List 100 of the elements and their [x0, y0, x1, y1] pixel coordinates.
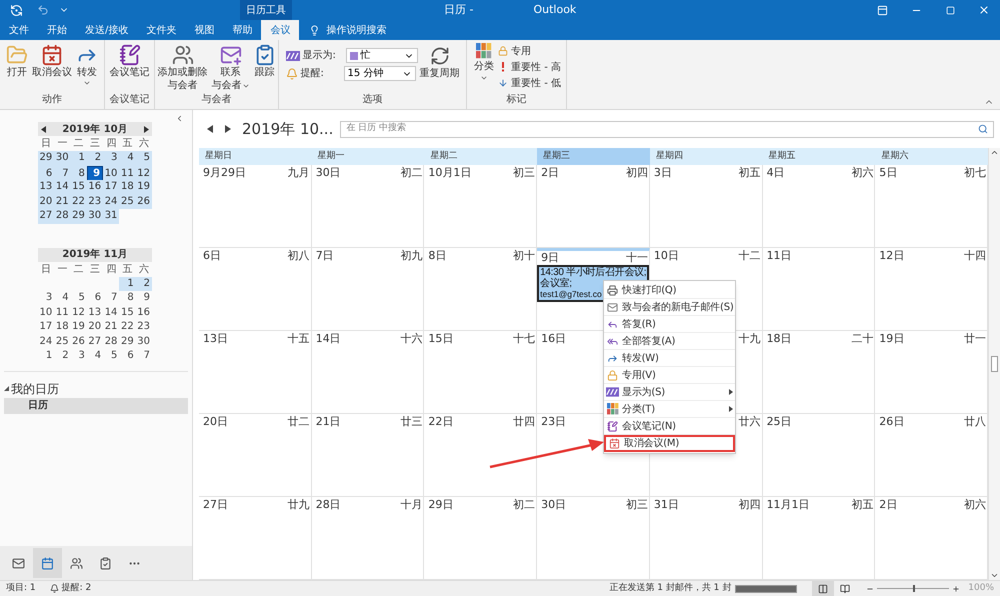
- mini-calendar-day[interactable]: 13: [38, 180, 54, 194]
- calendar-group-header[interactable]: 我的日历: [4, 380, 188, 398]
- ribbon-button[interactable]: 取消会议: [31, 40, 73, 79]
- normal-view-button[interactable]: [812, 581, 834, 596]
- mini-calendar-day[interactable]: 27: [86, 334, 104, 349]
- tag-button[interactable]: 重要性 - 低: [498, 75, 561, 91]
- mini-calendar-day[interactable]: 29: [119, 334, 136, 349]
- menu-item[interactable]: 全部答复(A): [604, 333, 735, 350]
- mini-calendar-day[interactable]: 25: [119, 194, 136, 209]
- mini-calendar-day[interactable]: 15: [70, 180, 87, 194]
- day-cell[interactable]: 11日: [762, 248, 876, 330]
- zoom-in-icon[interactable]: [952, 584, 960, 592]
- mini-calendar-day[interactable]: 30: [136, 334, 152, 349]
- mini-calendar-day[interactable]: 7: [136, 349, 152, 364]
- mini-calendar-day[interactable]: 27: [38, 209, 54, 224]
- mini-calendar-day[interactable]: 16: [86, 180, 104, 194]
- mini-calendar-day[interactable]: 20: [38, 194, 54, 209]
- mini-calendar-day[interactable]: 22: [119, 320, 136, 334]
- next-icon[interactable]: [225, 125, 231, 133]
- scroll-up-icon[interactable]: [990, 148, 999, 157]
- mini-calendar-day[interactable]: 19: [136, 180, 152, 194]
- day-cell[interactable]: 9月29日 九月: [199, 165, 312, 247]
- ribbon-tab[interactable]: 文件: [0, 20, 38, 40]
- day-cell[interactable]: 6日 初八: [199, 248, 312, 330]
- calendar-list-item[interactable]: 日历: [4, 398, 188, 414]
- ribbon-options-icon[interactable]: [877, 4, 888, 16]
- recurrence-button[interactable]: 重复周期: [420, 40, 460, 81]
- nav-button[interactable]: [33, 548, 62, 578]
- reading-view-icon[interactable]: [840, 584, 850, 594]
- mini-calendar-day[interactable]: 17: [38, 320, 54, 334]
- mini-calendar-day[interactable]: 2: [136, 276, 152, 291]
- ribbon-tab[interactable]: 文件夹: [137, 20, 186, 40]
- mini-calendar-day[interactable]: 1: [38, 349, 54, 364]
- mini-calendar-day[interactable]: 14: [103, 306, 120, 320]
- menu-item[interactable]: 答复(R): [604, 316, 735, 333]
- menu-item[interactable]: 致与会者的新电子邮件(S): [604, 299, 735, 316]
- mini-calendar-day[interactable]: 5: [70, 291, 87, 306]
- mini-calendar-day[interactable]: 11: [54, 306, 71, 320]
- ribbon-button[interactable]: 跟踪: [252, 40, 276, 79]
- mini-calendar-day[interactable]: 24: [103, 194, 120, 209]
- tag-button[interactable]: 专用: [498, 43, 561, 59]
- day-cell[interactable]: 2日 初四: [537, 165, 650, 247]
- categorize-button[interactable]: 分类: [472, 40, 496, 82]
- day-cell[interactable]: 22日 廿四: [424, 414, 538, 496]
- previous-month-icon[interactable]: [41, 126, 46, 132]
- collapse-pane-icon[interactable]: [175, 114, 184, 123]
- menu-item[interactable]: 专用(V): [604, 367, 735, 384]
- menu-item[interactable]: 显示为(S): [604, 384, 735, 401]
- day-cell[interactable]: 11月1日 初五: [762, 497, 876, 579]
- day-cell[interactable]: 30日 初三: [537, 497, 650, 579]
- mini-calendar-day[interactable]: 6: [86, 291, 104, 306]
- mini-calendar-day[interactable]: 28: [54, 209, 71, 224]
- mini-calendar-day[interactable]: 4: [86, 349, 104, 364]
- mini-calendar-day[interactable]: 2: [54, 349, 71, 364]
- mini-calendar-day[interactable]: 7: [103, 291, 120, 306]
- day-cell[interactable]: 15日 十七: [424, 331, 538, 413]
- day-cell[interactable]: 18日 二十: [762, 331, 876, 413]
- maximize-icon[interactable]: [946, 6, 955, 14]
- mini-calendar-day[interactable]: 6: [119, 349, 136, 364]
- mini-calendar-day[interactable]: 25: [54, 334, 71, 349]
- mini-calendar-day[interactable]: 3: [70, 349, 87, 364]
- day-cell[interactable]: 21日 廿三: [312, 414, 424, 496]
- tell-me-search[interactable]: 操作说明搜索: [326, 22, 386, 38]
- ribbon-tab[interactable]: 视图: [185, 20, 224, 40]
- mini-calendar-day[interactable]: 18: [54, 320, 71, 334]
- reminder-dropdown[interactable]: 15 分钟: [344, 66, 416, 81]
- ribbon-button[interactable]: 打开: [5, 40, 29, 79]
- menu-item[interactable]: 会议笔记(N): [604, 418, 735, 435]
- mini-calendar-day[interactable]: 1: [70, 151, 87, 166]
- mini-calendar-day[interactable]: 4: [54, 291, 71, 306]
- mini-calendar-day[interactable]: 16: [136, 306, 152, 320]
- mini-calendar-day[interactable]: 1: [119, 276, 136, 291]
- close-icon[interactable]: [978, 4, 990, 16]
- mini-calendar-day[interactable]: 21: [54, 194, 71, 209]
- ribbon-button[interactable]: 添加或删除 与会者: [156, 40, 208, 92]
- mini-calendar-day[interactable]: 21: [103, 320, 120, 334]
- mini-calendar-day[interactable]: 29: [70, 209, 87, 224]
- ribbon-button[interactable]: 联系 与会者: [210, 40, 250, 92]
- mini-calendar-day[interactable]: 20: [86, 320, 104, 334]
- day-cell[interactable]: 7日 初九: [312, 248, 424, 330]
- mini-calendar-day[interactable]: 18: [119, 180, 136, 194]
- menu-item[interactable]: 转发(W): [604, 350, 735, 367]
- day-cell[interactable]: 31日 初四: [650, 497, 763, 579]
- day-cell[interactable]: 14日 十六: [312, 331, 424, 413]
- menu-item[interactable]: 分类(T): [604, 401, 735, 418]
- mini-calendar-day[interactable]: 5: [136, 151, 152, 166]
- scroll-down-icon[interactable]: [990, 571, 999, 580]
- day-cell[interactable]: 10月1日 初三: [424, 165, 538, 247]
- mini-calendar-day[interactable]: 10: [38, 306, 54, 320]
- mini-calendar-day[interactable]: 24: [38, 334, 54, 349]
- zoom-thumb[interactable]: [913, 585, 916, 592]
- day-cell[interactable]: 27日 廿九: [199, 497, 312, 579]
- mini-calendar-day[interactable]: 8: [119, 291, 136, 306]
- ribbon-tab[interactable]: 发送/接收: [76, 20, 138, 40]
- day-cell[interactable]: 29日 初二: [424, 497, 538, 579]
- mini-calendar-day[interactable]: 29: [38, 151, 54, 166]
- show-as-dropdown[interactable]: 忙: [346, 48, 418, 63]
- scroll-thumb[interactable]: [991, 356, 998, 372]
- tag-button[interactable]: 重要性 - 高: [498, 59, 561, 75]
- mini-calendar-day[interactable]: 30: [54, 151, 71, 166]
